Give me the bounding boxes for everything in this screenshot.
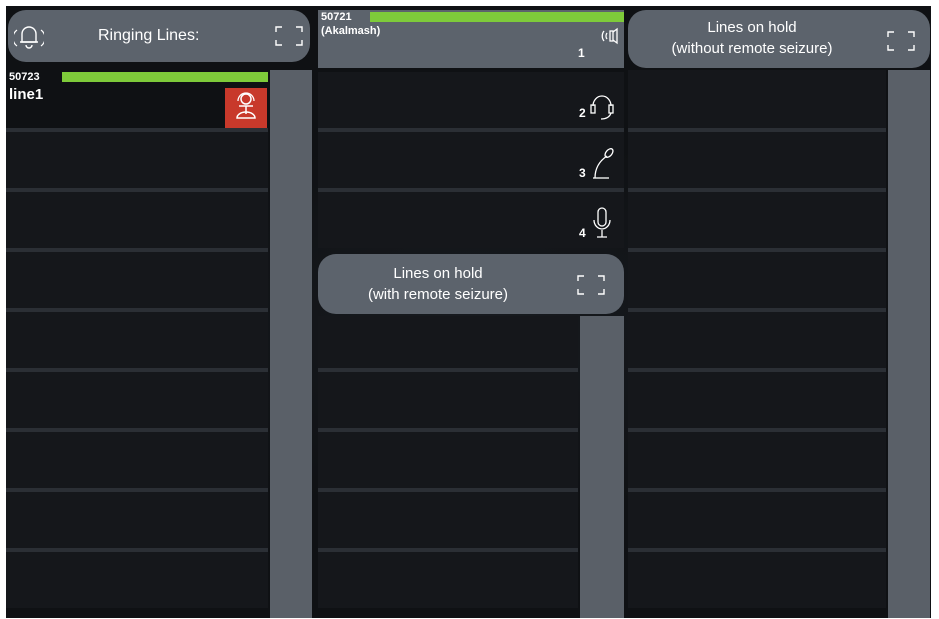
hold-row[interactable] xyxy=(628,372,886,428)
call-status-bar xyxy=(62,72,268,82)
bell-icon xyxy=(12,22,46,50)
ringing-row[interactable] xyxy=(6,132,268,188)
hold-remote-row[interactable] xyxy=(318,372,578,428)
call-number: 50721 xyxy=(321,11,352,23)
hold-remote-label-line1: Lines on hold xyxy=(393,265,483,282)
ringing-row[interactable] xyxy=(6,552,268,608)
hold-row[interactable] xyxy=(628,432,886,488)
ringing-row[interactable] xyxy=(6,252,268,308)
ringing-row[interactable] xyxy=(6,312,268,368)
gooseneck-mic-icon xyxy=(589,146,615,182)
ringing-row[interactable] xyxy=(6,432,268,488)
hold-row[interactable] xyxy=(628,192,886,248)
hold-remote-label-line2: (with remote seizure) xyxy=(367,286,509,303)
call-status-bar xyxy=(370,12,624,22)
active-call-slot-1[interactable]: 50721 (Akalmash) 1 xyxy=(318,10,624,68)
slot-number: 4 xyxy=(579,226,586,240)
hold-remote-row[interactable] xyxy=(318,432,578,488)
ringing-lines-header[interactable]: Ringing Lines: xyxy=(8,10,310,62)
ringing-lines-label: Ringing Lines: xyxy=(98,27,200,44)
hold-row[interactable] xyxy=(628,552,886,608)
headset-icon xyxy=(589,88,615,122)
slot-number: 2 xyxy=(579,106,586,120)
hold-no-remote-label-line2: (without remote seizure) xyxy=(671,40,833,57)
ringing-row[interactable] xyxy=(6,192,268,248)
call-panel-frame: Ringing Lines: 50723 line1 50721 (Akalma… xyxy=(6,6,931,618)
call-name: (Akalmash) xyxy=(321,25,381,37)
hold-row[interactable] xyxy=(628,492,886,548)
ringing-call-row[interactable]: 50723 line1 xyxy=(6,70,268,128)
hold-no-remote-label-line1: Lines on hold xyxy=(707,19,797,36)
hold-remote-row[interactable] xyxy=(318,552,578,608)
hold-row[interactable] xyxy=(628,132,886,188)
hold-no-remote-scroll-lane[interactable] xyxy=(888,70,930,618)
hold-row[interactable] xyxy=(628,70,886,128)
hold-remote-scroll-lane[interactable] xyxy=(580,316,624,618)
slot-number: 3 xyxy=(579,166,586,180)
hold-no-remote-header[interactable]: Lines on hold (without remote seizure) xyxy=(628,10,930,68)
hold-remote-row[interactable] xyxy=(318,492,578,548)
call-name: line1 xyxy=(9,86,44,103)
ringing-row[interactable] xyxy=(6,492,268,548)
handset-icon[interactable] xyxy=(225,88,267,128)
hold-remote-row[interactable] xyxy=(318,316,578,368)
slot-number: 1 xyxy=(578,46,585,60)
microphone-icon xyxy=(591,206,613,242)
expand-icon[interactable] xyxy=(274,25,304,47)
hold-row[interactable] xyxy=(628,252,886,308)
hold-remote-seizure-header[interactable]: Lines on hold (with remote seizure) xyxy=(318,254,624,314)
expand-icon[interactable] xyxy=(576,274,606,296)
expand-icon[interactable] xyxy=(886,30,916,52)
ringing-scroll-lane[interactable] xyxy=(270,70,312,618)
speaker-icon xyxy=(600,26,620,46)
call-number: 50723 xyxy=(9,71,40,83)
hold-row[interactable] xyxy=(628,312,886,368)
ringing-row[interactable] xyxy=(6,372,268,428)
